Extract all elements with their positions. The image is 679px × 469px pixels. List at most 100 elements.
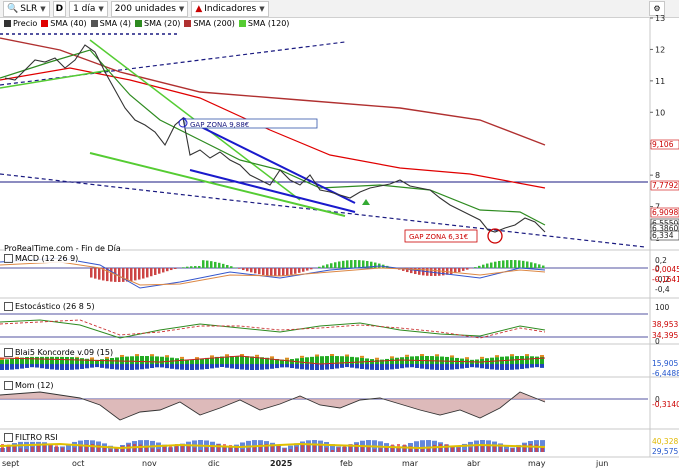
koncorde-blue-bar [400,364,404,369]
koncorde-orange-bar [375,357,379,360]
koncorde-blue-bar [105,364,109,369]
koncorde-blue-bar [120,364,124,370]
blai-tag-label: 15,905 [652,359,678,368]
koncorde-green-bar [445,356,449,364]
koncorde-blue-bar [110,364,114,370]
rsi-panel-label[interactable]: FILTRO RSI [4,433,58,442]
koncorde-blue-bar [100,364,104,368]
rsi-red-bar [163,446,166,452]
macd-histogram-bar [246,268,249,272]
y-tick-label: 10 [655,108,665,117]
macd-histogram-bar [538,264,541,268]
koncorde-blue-bar [190,364,194,370]
macd-panel-label[interactable]: MACD (12 26 9) [4,254,79,263]
macd-tick-label: -0,4 [655,285,670,294]
macd-histogram-bar [482,264,485,268]
koncorde-orange-bar [345,354,349,357]
koncorde-green-bar [245,356,249,364]
koncorde-orange-bar [510,354,514,357]
macd-histogram-bar [342,260,345,268]
macd-histogram-bar [110,268,113,282]
macd-histogram-bar [318,266,321,268]
macd-histogram-bar [434,268,437,276]
macd-histogram-bar [490,262,493,268]
koncorde-green-bar [235,356,239,364]
koncorde-blue-bar [175,364,179,370]
koncorde-blue-bar [55,364,59,370]
koncorde-green-bar [150,356,154,364]
macd-histogram-bar [462,268,465,271]
macd-histogram-bar [206,260,209,268]
koncorde-green-bar [425,356,429,364]
stoch-tag-label: 34,395 [652,331,678,340]
macd-histogram-bar [214,261,217,268]
macd-histogram-bar [226,264,229,268]
koncorde-blue-bar [290,364,294,369]
price-panel[interactable]: GAP ZONA 9,88€ GAP ZONA 6,31€ [0,33,648,248]
rsi-red-bar [379,448,382,452]
koncorde-green-bar [385,358,389,364]
koncorde-green-bar [55,356,59,364]
macd-histogram-bar [190,266,193,268]
koncorde-green-bar [165,357,169,364]
stoch-panel-label[interactable]: Estocástico (26 8 5) [4,302,95,311]
koncorde-blue-bar [30,364,34,368]
macd-histogram-bar [282,268,285,276]
mom-panel-label[interactable]: Mom (12) [4,381,54,390]
koncorde-blue-bar [480,364,484,369]
koncorde-orange-bar [405,354,409,357]
macd-histogram-bar [326,264,329,268]
rsi-red-bar [301,444,304,452]
macd-histogram-bar [330,263,333,268]
koncorde-blue-bar [415,364,419,368]
rsi-red-bar [337,447,340,452]
koncorde-green-bar [105,358,109,364]
koncorde-green-bar [75,357,79,364]
mom-tag-label: -0,3140 [652,400,679,409]
rsi-red-bar [289,449,292,452]
koncorde-green-bar [10,358,14,364]
rsi-red-bar [115,448,118,452]
koncorde-green-bar [525,356,529,364]
koncorde-blue-bar [275,364,279,369]
koncorde-green-bar [30,356,34,364]
koncorde-blue-bar [465,364,469,368]
koncorde-blue-bar [375,364,379,370]
koncorde-blue-bar [70,364,74,370]
koncorde-green-bar [315,356,319,364]
macd-histogram-bar [278,268,281,276]
stoch-tag-label: 38,953 [652,320,678,329]
green-trendline [89,152,346,217]
koncorde-blue-bar [305,364,309,370]
koncorde-blue-bar [155,364,159,368]
blai-panel-label[interactable]: Blai5 Koncorde v.09 (15) [4,348,114,357]
macd-histogram-bar [298,268,301,273]
macd-histogram-bar [302,268,305,272]
panel-title: Mom (12) [15,381,54,390]
panel-title: Blai5 Koncorde v.09 (15) [15,348,114,357]
macd-histogram-bar [418,268,421,275]
rsi-red-bar [193,447,196,452]
macd-histogram-bar [258,268,261,275]
koncorde-blue-bar [170,364,174,369]
koncorde-green-bar [0,360,4,364]
rsi-red-bar [157,449,160,452]
koncorde-green-bar [80,358,84,364]
koncorde-blue-bar [10,364,14,370]
koncorde-blue-bar [365,364,369,370]
macd-histogram-bar [218,262,221,268]
macd-histogram-bar [474,267,477,268]
rsi-red-bar [25,449,28,452]
macd-histogram-bar [134,268,137,281]
panel-title: FILTRO RSI [15,433,58,442]
koncorde-blue-bar [255,364,259,370]
macd-histogram-bar [438,268,441,276]
macd-histogram-bar [202,260,205,268]
rsi-red-bar [109,449,112,452]
koncorde-orange-bar [540,354,544,357]
koncorde-blue-bar [25,364,29,368]
koncorde-green-bar [520,356,524,364]
chart-canvas[interactable]: GAP ZONA 9,88€GAP ZONA 6,31€ 13121110987… [0,0,679,469]
koncorde-green-bar [400,357,404,364]
koncorde-blue-bar [85,364,89,369]
